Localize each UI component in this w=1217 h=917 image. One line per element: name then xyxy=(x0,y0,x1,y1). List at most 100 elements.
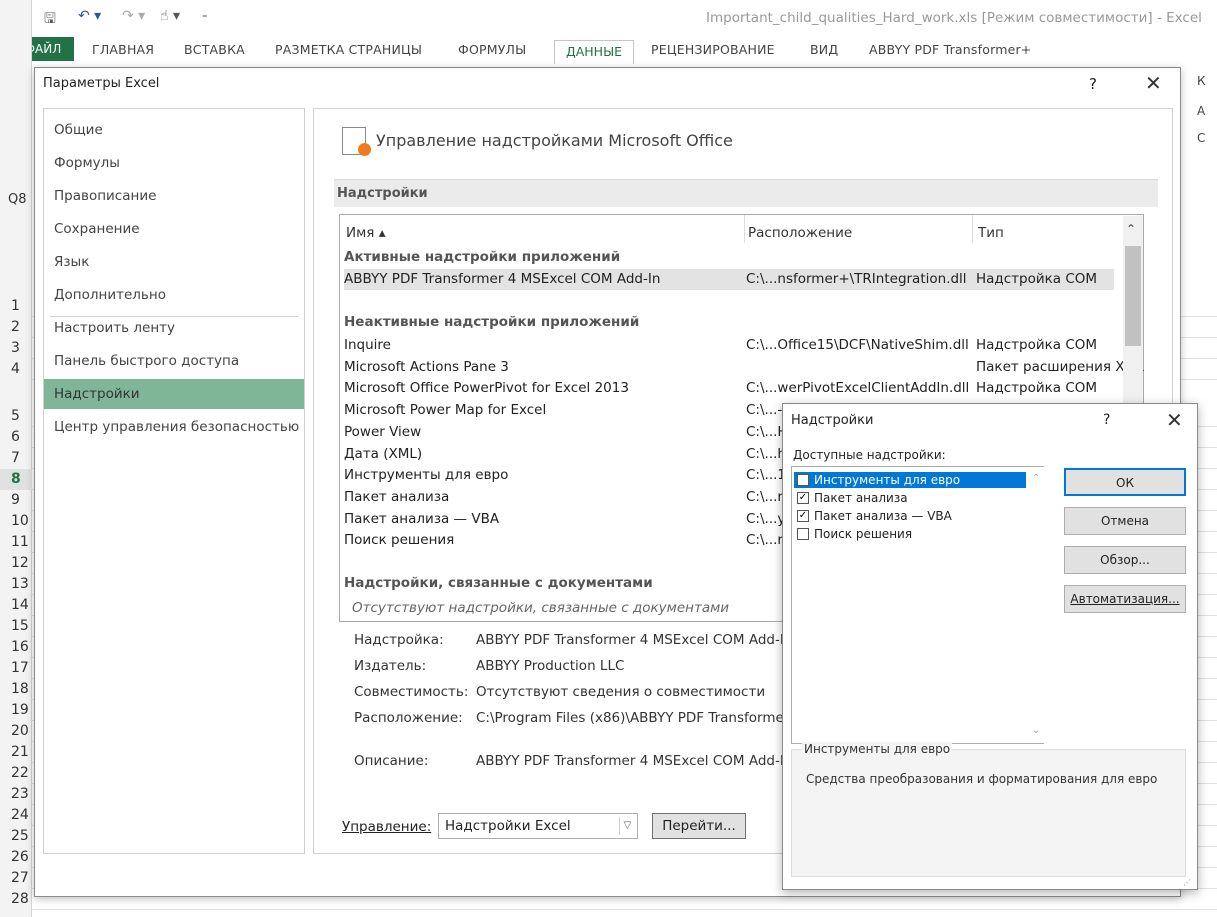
row-header[interactable]: 21 xyxy=(0,742,32,763)
row-header[interactable]: 28 xyxy=(0,889,32,910)
list-scrollbar[interactable]: ⌃ ⌄ xyxy=(1029,467,1045,743)
row-header[interactable]: 12 xyxy=(0,553,32,574)
manage-dropdown[interactable]: Надстройки Excel ▽ xyxy=(438,813,638,839)
name-box[interactable]: Q8 xyxy=(8,192,27,207)
column-header-location[interactable]: Расположение xyxy=(748,225,852,241)
group-active: Активные надстройки приложений xyxy=(344,249,621,265)
tab-data[interactable]: ДАННЫЕ xyxy=(554,40,634,65)
row-header[interactable]: 24 xyxy=(0,805,32,826)
cell-location: C:\...werPivotExcelClientAddIn.dll xyxy=(746,380,970,397)
tab-view[interactable]: ВИД xyxy=(810,42,838,57)
row-header[interactable]: 9 xyxy=(0,490,32,511)
cell-name: Microsoft Actions Pane 3 xyxy=(344,358,509,375)
manage-label: Управление: xyxy=(342,819,432,835)
chevron-down-icon[interactable]: ▽ xyxy=(619,817,635,835)
nav-customize-ribbon[interactable]: Настроить ленту xyxy=(44,313,304,343)
row-header[interactable]: 11 xyxy=(0,532,32,553)
row-header[interactable]: 8 xyxy=(0,469,32,490)
section-header: Надстройки xyxy=(334,179,1158,207)
row-header[interactable]: 4 xyxy=(0,359,32,380)
nav-trust-center[interactable]: Центр управления безопасностью xyxy=(44,412,304,442)
cell-type: Надстройка COM xyxy=(976,271,1098,287)
row-header[interactable]: 3 xyxy=(0,338,32,359)
addin-item-euro[interactable]: Инструменты для евро xyxy=(794,472,1026,488)
cancel-button[interactable]: Отмена xyxy=(1064,507,1186,535)
row-header[interactable]: 20 xyxy=(0,721,32,742)
table-row[interactable]: Microsoft Actions Pane 3 Пакет расширения… xyxy=(344,357,1144,378)
browse-button[interactable]: Обзор... xyxy=(1064,546,1186,574)
tab-insert[interactable]: ВСТАВКА xyxy=(184,42,245,57)
resize-grip-icon[interactable]: ⋰ xyxy=(1183,878,1191,887)
chevron-down-icon[interactable]: ⌄ xyxy=(1032,725,1040,736)
nav-advanced[interactable]: Дополнительно xyxy=(44,280,304,310)
row-header[interactable]: 7 xyxy=(0,448,32,469)
row-header[interactable]: 23 xyxy=(0,784,32,805)
table-row[interactable]: ABBYY PDF Transformer 4 MSExcel COM Add-… xyxy=(344,269,1114,290)
detail-desc-label: Описание: xyxy=(354,753,429,769)
checkbox[interactable] xyxy=(797,474,809,486)
addin-item-analysis[interactable]: ✓ Пакет анализа xyxy=(794,490,1026,506)
row-header[interactable]: 13 xyxy=(0,574,32,595)
cell-location: C:\...1 xyxy=(746,467,786,484)
tab-home[interactable]: ГЛАВНАЯ xyxy=(92,42,154,57)
addin-item-analysis-vba[interactable]: ✓ Пакет анализа — VBA xyxy=(794,508,1026,524)
ok-button[interactable]: ОК xyxy=(1064,468,1186,496)
nav-general[interactable]: Общие xyxy=(44,115,304,145)
chevron-up-icon[interactable]: ⌃ xyxy=(1126,222,1136,236)
checkbox[interactable]: ✓ xyxy=(797,492,809,504)
row-header[interactable]: 15 xyxy=(0,616,32,637)
ribbon-cmd-right-2[interactable]: А xyxy=(1197,104,1205,118)
checkbox[interactable] xyxy=(797,528,809,540)
nav-addins[interactable]: Надстройки xyxy=(44,379,304,409)
column-header-type[interactable]: Тип xyxy=(978,225,1004,241)
save-icon[interactable]: 🖫 xyxy=(44,8,56,27)
customize-qat-icon[interactable]: ₌ xyxy=(202,8,208,24)
close-icon[interactable]: ✕ xyxy=(1145,71,1162,95)
row-header[interactable]: 17 xyxy=(0,658,32,679)
tab-abbyy[interactable]: ABBYY PDF Transformer+ xyxy=(869,42,1031,57)
cell-name: ABBYY PDF Transformer 4 MSExcel COM Add-… xyxy=(344,271,661,287)
ribbon-cmd-right-1[interactable]: К xyxy=(1197,74,1206,88)
row-header[interactable]: 19 xyxy=(0,700,32,721)
undo-icon[interactable]: ↶ ▾ xyxy=(78,8,101,24)
nav-formulas[interactable]: Формулы xyxy=(44,148,304,178)
row-header[interactable]: 6 xyxy=(0,427,32,448)
redo-icon[interactable]: ↷ ▾ xyxy=(122,8,145,24)
table-row[interactable]: Inquire C:\...Office15\DCF\NativeShim.dll… xyxy=(344,335,1114,356)
row-header[interactable]: 14 xyxy=(0,595,32,616)
go-button[interactable]: Перейти... xyxy=(652,813,746,839)
row-header[interactable]: 2 xyxy=(0,317,32,338)
description-box: Инструменты для евро Средства преобразов… xyxy=(791,742,1186,877)
checkbox[interactable]: ✓ xyxy=(797,510,809,522)
detail-location-value: C:\Program Files (x86)\ABBYY PDF Transfo… xyxy=(476,710,790,726)
touch-mode-icon[interactable]: ☝ ▾ xyxy=(160,8,180,24)
nav-save[interactable]: Сохранение xyxy=(44,214,304,244)
tab-formulas[interactable]: ФОРМУЛЫ xyxy=(458,42,526,57)
row-header[interactable]: 26 xyxy=(0,847,32,868)
help-icon[interactable]: ? xyxy=(1089,75,1097,93)
row-header[interactable]: 27 xyxy=(0,868,32,889)
row-header[interactable]: 25 xyxy=(0,826,32,847)
row-header[interactable]: 5 xyxy=(0,406,32,427)
addin-item-solver[interactable]: Поиск решения xyxy=(794,526,1026,542)
row-header[interactable]: 10 xyxy=(0,511,32,532)
ribbon-cmd-right-3[interactable]: С xyxy=(1197,131,1205,145)
close-icon[interactable]: ✕ xyxy=(1166,408,1183,432)
row-header[interactable]: 22 xyxy=(0,763,32,784)
nav-language[interactable]: Язык xyxy=(44,247,304,277)
chevron-up-icon[interactable]: ⌃ xyxy=(1032,473,1040,484)
column-header-name[interactable]: Имя ▴ xyxy=(346,225,385,241)
cell-name: Дата (XML) xyxy=(344,445,423,462)
help-icon[interactable]: ? xyxy=(1103,412,1110,428)
row-header[interactable]: 16 xyxy=(0,637,32,658)
tab-review[interactable]: РЕЦЕНЗИРОВАНИЕ xyxy=(651,42,775,57)
cell-type: Надстройка COM xyxy=(976,337,1098,353)
row-header[interactable]: 1 xyxy=(0,296,32,317)
table-row[interactable]: Microsoft Office PowerPivot for Excel 20… xyxy=(344,378,1114,399)
scrollbar-thumb[interactable] xyxy=(1125,246,1141,346)
tab-page-layout[interactable]: РАЗМЕТКА СТРАНИЦЫ xyxy=(275,42,422,57)
nav-quick-access[interactable]: Панель быстрого доступа xyxy=(44,346,304,376)
nav-proofing[interactable]: Правописание xyxy=(44,181,304,211)
automation-button[interactable]: Автоматизация... xyxy=(1064,585,1186,613)
row-header[interactable]: 18 xyxy=(0,679,32,700)
